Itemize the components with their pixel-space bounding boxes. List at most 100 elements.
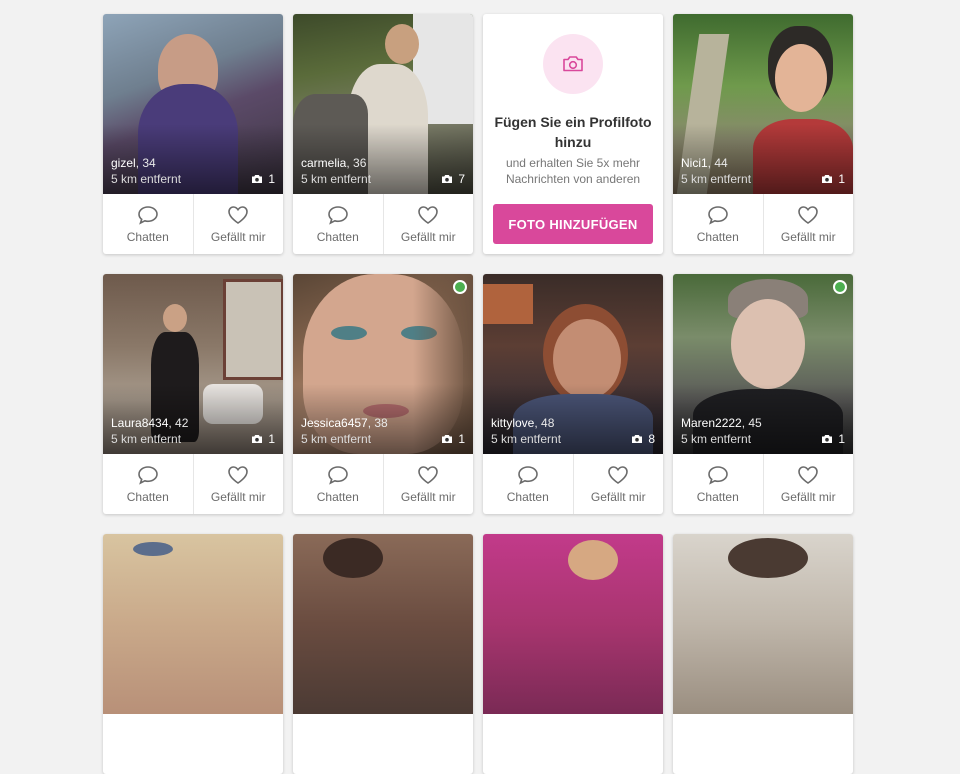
profile-card[interactable]: Nici1, 44 5 km entfernt 1 Chatten Gefäll…	[673, 14, 853, 254]
card-actions: Chatten Gefällt mir	[103, 194, 283, 254]
profile-card[interactable]: kittylove, 48 5 km entfernt 8 Chatten Ge…	[483, 274, 663, 514]
profile-name[interactable]: carmelia	[301, 156, 346, 170]
like-label: Gefällt mir	[210, 229, 266, 244]
chat-label: Chatten	[696, 229, 739, 244]
profile-photo[interactable]	[483, 534, 663, 714]
add-photo-button[interactable]: FOTO HINZUFÜGEN	[493, 204, 653, 244]
like-button[interactable]: Gefällt mir	[382, 194, 474, 254]
photo-count-value: 1	[838, 432, 845, 446]
photo-count: 1	[821, 172, 845, 186]
chat-button[interactable]: Chatten	[673, 194, 763, 254]
profile-photo[interactable]	[293, 534, 473, 714]
profile-photo[interactable]: Nici1, 44 5 km entfernt 1	[673, 14, 853, 194]
chat-button[interactable]: Chatten	[103, 194, 193, 254]
profile-name[interactable]: Maren2222	[681, 416, 742, 430]
profile-distance: 5 km entfernt	[681, 172, 752, 186]
heart-icon	[228, 205, 249, 224]
profile-name[interactable]: gizel	[111, 156, 136, 170]
profile-card[interactable]: Laura8434, 42 5 km entfernt 1 Chatten Ge…	[103, 274, 283, 514]
like-button[interactable]: Gefällt mir	[192, 194, 284, 254]
heart-icon	[418, 465, 439, 484]
like-button[interactable]: Gefällt mir	[762, 454, 854, 514]
card-actions: Chatten Gefällt mir	[673, 194, 853, 254]
profile-card[interactable]	[673, 534, 853, 774]
profile-photo[interactable]: Laura8434, 42 5 km entfernt 1	[103, 274, 283, 454]
like-label: Gefällt mir	[400, 489, 456, 504]
camera-icon	[442, 435, 453, 443]
profile-age: , 44	[707, 156, 728, 170]
profile-card[interactable]	[483, 534, 663, 774]
profile-age: , 34	[135, 156, 156, 170]
profile-photo[interactable]	[103, 534, 283, 714]
heart-icon	[418, 205, 439, 224]
promo-subtitle: und erhalten Sie 5x mehr Nachrichten von…	[505, 156, 641, 186]
chat-button[interactable]: Chatten	[293, 454, 383, 514]
chat-button[interactable]: Chatten	[293, 194, 383, 254]
profile-distance: 5 km entfernt	[111, 172, 182, 186]
add-photo-promo-card: Fügen Sie ein Profilfoto hinzu und erhal…	[483, 14, 663, 254]
profile-age: , 45	[741, 416, 762, 430]
photo-count: 1	[821, 432, 845, 446]
card-actions: Chatten Gefällt mir	[673, 454, 853, 514]
photo-count-value: 8	[648, 432, 655, 446]
profile-photo[interactable]: Jessica6457, 38 5 km entfernt 1	[293, 274, 473, 454]
like-label: Gefällt mir	[210, 489, 266, 504]
camera-icon	[252, 175, 263, 183]
profile-distance: 5 km entfernt	[301, 432, 372, 446]
profile-distance: 5 km entfernt	[301, 172, 372, 186]
profile-age: , 42	[168, 416, 189, 430]
camera-icon-circle	[543, 34, 603, 94]
profile-photo[interactable]: carmelia, 36 5 km entfernt 7	[293, 14, 473, 194]
camera-icon	[632, 435, 643, 443]
card-actions: Chatten Gefällt mir	[483, 454, 663, 514]
online-indicator	[453, 280, 467, 294]
like-label: Gefällt mir	[780, 229, 836, 244]
like-label: Gefällt mir	[400, 229, 456, 244]
profile-name[interactable]: Jessica6457	[301, 416, 368, 430]
profile-distance: 5 km entfernt	[111, 432, 182, 446]
profile-info: gizel, 34 5 km entfernt	[111, 155, 181, 187]
profile-info: Maren2222, 45 5 km entfernt	[681, 415, 762, 447]
like-button[interactable]: Gefällt mir	[382, 454, 474, 514]
chat-button[interactable]: Chatten	[483, 454, 573, 514]
heart-icon	[798, 205, 819, 224]
photo-count-value: 1	[458, 432, 465, 446]
profile-photo[interactable]	[673, 534, 853, 714]
chat-button[interactable]: Chatten	[673, 454, 763, 514]
camera-icon	[563, 56, 583, 72]
profile-card[interactable]: carmelia, 36 5 km entfernt 7 Chatten Gef…	[293, 14, 473, 254]
photo-count: 1	[441, 432, 465, 446]
profile-name[interactable]: kittylove	[491, 416, 534, 430]
card-actions: Chatten Gefällt mir	[103, 454, 283, 514]
profile-card[interactable]	[103, 534, 283, 774]
profile-name[interactable]: Nici1	[681, 156, 708, 170]
chat-bubble-icon	[327, 465, 348, 485]
like-button[interactable]: Gefällt mir	[192, 454, 284, 514]
camera-icon	[822, 435, 833, 443]
profile-photo[interactable]: kittylove, 48 5 km entfernt 8	[483, 274, 663, 454]
profile-photo[interactable]: Maren2222, 45 5 km entfernt 1	[673, 274, 853, 454]
profile-distance: 5 km entfernt	[681, 432, 752, 446]
chat-bubble-icon	[137, 205, 158, 225]
profile-info: carmelia, 36 5 km entfernt	[301, 155, 371, 187]
photo-count: 8	[631, 432, 655, 446]
chat-bubble-icon	[327, 205, 348, 225]
camera-icon	[252, 435, 263, 443]
card-actions: Chatten Gefällt mir	[293, 454, 473, 514]
profile-card[interactable]: Jessica6457, 38 5 km entfernt 1 Chatten …	[293, 274, 473, 514]
like-button[interactable]: Gefällt mir	[572, 454, 664, 514]
card-actions: Chatten Gefällt mir	[293, 194, 473, 254]
photo-count: 7	[441, 172, 465, 186]
chat-button[interactable]: Chatten	[103, 454, 193, 514]
profile-photo[interactable]: gizel, 34 5 km entfernt 1	[103, 14, 283, 194]
profile-card[interactable]	[293, 534, 473, 774]
chat-label: Chatten	[696, 489, 739, 504]
profile-info: Jessica6457, 38 5 km entfernt	[301, 415, 388, 447]
profile-name[interactable]: Laura8434	[111, 416, 168, 430]
profile-card[interactable]: Maren2222, 45 5 km entfernt 1 Chatten Ge…	[673, 274, 853, 514]
like-button[interactable]: Gefällt mir	[762, 194, 854, 254]
chat-label: Chatten	[316, 489, 359, 504]
photo-count-value: 7	[458, 172, 465, 186]
photo-count-value: 1	[838, 172, 845, 186]
profile-card[interactable]: gizel, 34 5 km entfernt 1 Chatten Gefäll…	[103, 14, 283, 254]
